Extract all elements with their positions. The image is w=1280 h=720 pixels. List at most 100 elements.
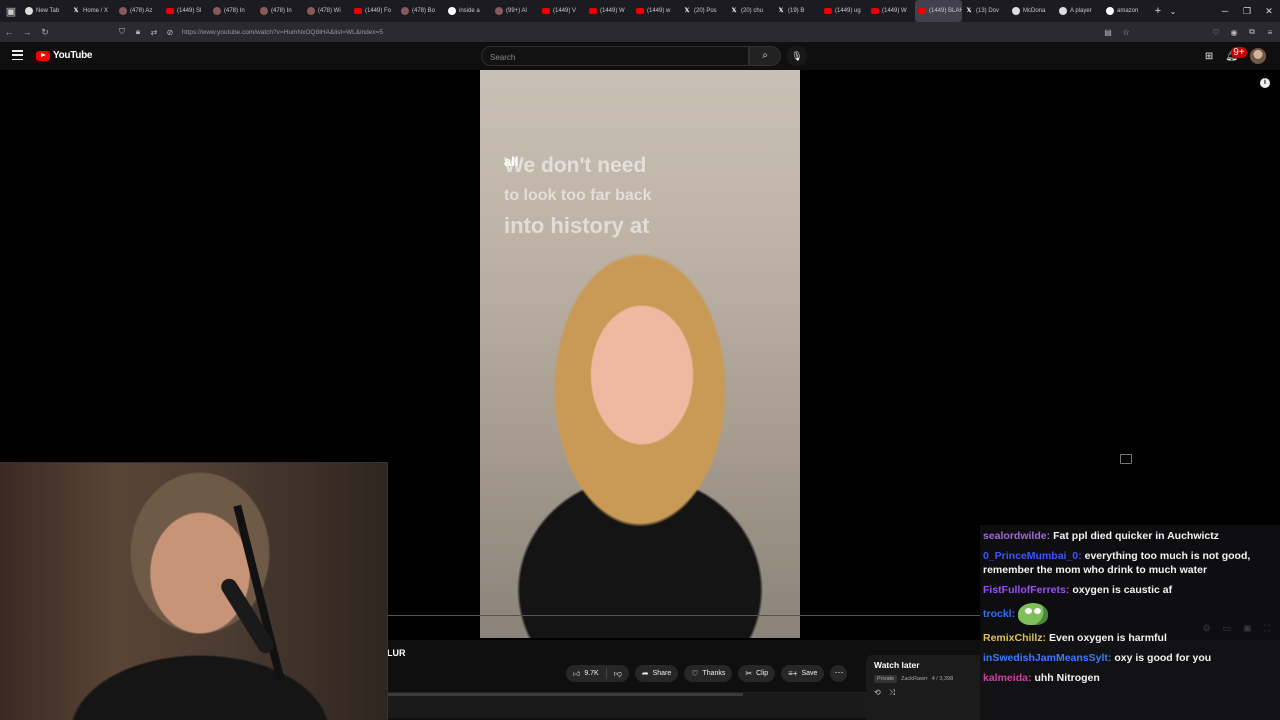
like-dislike-group: 👍︎ 9.7K 👎︎ [566,665,629,682]
browser-tab[interactable]: A player [1056,0,1103,22]
playlist-title[interactable]: Watch later [874,660,972,670]
share-button[interactable]: ➦ Share [634,665,679,682]
favicon-icon [448,7,456,15]
browser-tab[interactable]: 𝕏 Home / X [69,0,116,22]
browser-tab[interactable]: (478) Bo [398,0,445,22]
shuffle-icon[interactable]: ⤨ [889,688,895,698]
playlist-owner[interactable]: ZackRawrr [901,676,928,682]
frog-emote-icon [1018,603,1049,625]
youtube-favicon-icon [636,8,644,14]
notifications-button[interactable]: 🔔︎ 9+ [1225,46,1247,62]
avatar[interactable] [1250,48,1266,64]
extensions-icon[interactable]: ⧉ [1246,27,1258,37]
tab-list-icon[interactable]: ▣ [0,0,22,22]
chat-username[interactable]: RemixChillz: [983,632,1046,644]
thanks-button[interactable]: ♡ Thanks [684,665,733,682]
chat-message: kalmeida: uhh Nitrogen [983,671,1277,685]
close-window-button[interactable]: ✕ [1258,6,1280,17]
search-input[interactable] [482,48,748,67]
chat-username[interactable]: 0_PrinceMumbai_0: [983,550,1082,562]
browser-tab[interactable]: (1449) Fo [351,0,398,22]
browser-tab[interactable]: (478) Az [116,0,163,22]
browser-tab[interactable]: (1449) W [868,0,915,22]
description-progress [387,693,743,696]
url-text[interactable]: https://www.youtube.com/watch?v=HumNxOQ8… [182,29,383,36]
chat-message-list: sealordwilde: Fat ppl died quicker in Auc… [983,529,1277,685]
youtube-favicon-icon [589,8,597,14]
browser-tab[interactable]: 𝕏 (13) Dov [962,0,1009,22]
browser-tab[interactable]: (478) Wi [304,0,351,22]
chat-username[interactable]: trockl: [983,608,1015,620]
browser-tab[interactable]: McDona [1009,0,1056,22]
address-bar[interactable]: ⛉ 🔒︎ ⇄ ⊘ https://www.youtube.com/watch?v… [116,24,1132,40]
chat-text: oxy is good for you [1114,652,1212,664]
like-button[interactable]: 👍︎ 9.7K [566,668,607,679]
tab-title: amazon [1117,8,1139,14]
microphone-icon: 🎙︎ [791,51,803,61]
chat-text: oxygen is caustic af [1072,584,1173,596]
browser-tab[interactable]: (1449) W [586,0,633,22]
permissions-icon[interactable]: ⇄ [148,28,160,37]
account-icon[interactable]: ◉ [1228,28,1240,37]
create-video-icon[interactable]: ⊞ [1205,51,1213,62]
browser-tab[interactable]: (99+) Al [492,0,539,22]
shield-icon[interactable]: ⛉ [116,27,128,37]
tab-title: (478) Bo [412,8,436,14]
chat-username[interactable]: FistFullofFerrets: [983,584,1069,596]
youtube-logo[interactable]: YouTube [36,50,93,61]
browser-tab[interactable]: inside a [445,0,492,22]
thumbs-down-icon: 👎︎ [613,668,622,678]
restore-button[interactable]: ❐ [1236,6,1258,17]
pocket-icon[interactable]: ♡ [1210,28,1222,37]
player-progress-bar[interactable] [387,615,980,616]
back-button[interactable]: ← [0,27,18,37]
playlist-meta: Private ZackRawrr 4 / 3,398 [874,675,972,683]
info-icon[interactable]: i [1260,78,1270,88]
webcam-overlay [0,462,388,720]
new-tab-button[interactable]: + [1150,5,1166,17]
voice-search-button[interactable]: 🎙︎ [787,46,807,66]
browser-tab[interactable]: (1449) ug [821,0,868,22]
menu-icon[interactable]: ≡ [1264,28,1276,37]
miniplayer-icon[interactable] [1120,454,1132,464]
chat-username[interactable]: inSwedishJamMeansSylt: [983,652,1111,664]
bookmark-star-icon[interactable]: ☆ [1120,28,1132,37]
dislike-button[interactable]: 👎︎ [607,669,629,679]
clip-button[interactable]: ✂ Clip [738,665,776,682]
forward-button[interactable]: → [18,27,36,37]
lock-icon[interactable]: 🔒︎ [132,27,144,37]
reader-view-icon[interactable]: ▤ [1102,28,1114,37]
chat-username[interactable]: kalmeida: [983,672,1031,684]
chat-username[interactable]: sealordwilde: [983,530,1050,542]
site-settings-icon[interactable]: ⊘ [164,28,176,37]
browser-tab[interactable]: (478) In [210,0,257,22]
browser-tab[interactable]: 𝕏 (19) B [774,0,821,22]
tab-title: (99+) Al [506,8,527,14]
chat-text: Even oxygen is harmful [1049,632,1167,644]
search-button[interactable]: ⌕ [749,46,781,66]
browser-tab[interactable]: (478) In [257,0,304,22]
hamburger-menu-icon[interactable] [12,50,23,60]
caption-line-1: We don't need [504,154,647,177]
reload-button[interactable]: ↻ [36,27,54,38]
tab-list: New Tab 𝕏 Home / X (478) Az (1449) Sl (478) I… [22,0,1150,22]
browser-tab[interactable]: (1449) w [633,0,680,22]
like-count: 9.7K [584,670,599,677]
tab-title: (478) Wi [318,8,341,14]
minimize-button[interactable]: ─ [1214,6,1236,17]
favicon-icon [495,7,503,15]
browser-tab[interactable]: (1449) Sl [163,0,210,22]
browser-tab[interactable]: New Tab [22,0,69,22]
watch-later-panel[interactable]: Watch later Private ZackRawrr 4 / 3,398 … [866,655,980,720]
browser-tab[interactable]: (1449) BLAH...✕ [915,0,962,22]
tab-title: A player [1070,8,1092,14]
loop-icon[interactable]: ⟲ [874,688,881,698]
save-button[interactable]: ≡+ Save [781,665,825,682]
more-actions-button[interactable]: ⋯ [830,665,848,682]
video-frame[interactable]: all We don't need to look too far back i… [480,70,800,638]
browser-tab[interactable]: 𝕏 (20) chu [727,0,774,22]
browser-tab[interactable]: amazon [1103,0,1150,22]
browser-tab[interactable]: 𝕏 (20) Pos [680,0,727,22]
chevron-down-icon[interactable]: ⌄ [1166,7,1180,16]
browser-tab[interactable]: (1449) V [539,0,586,22]
